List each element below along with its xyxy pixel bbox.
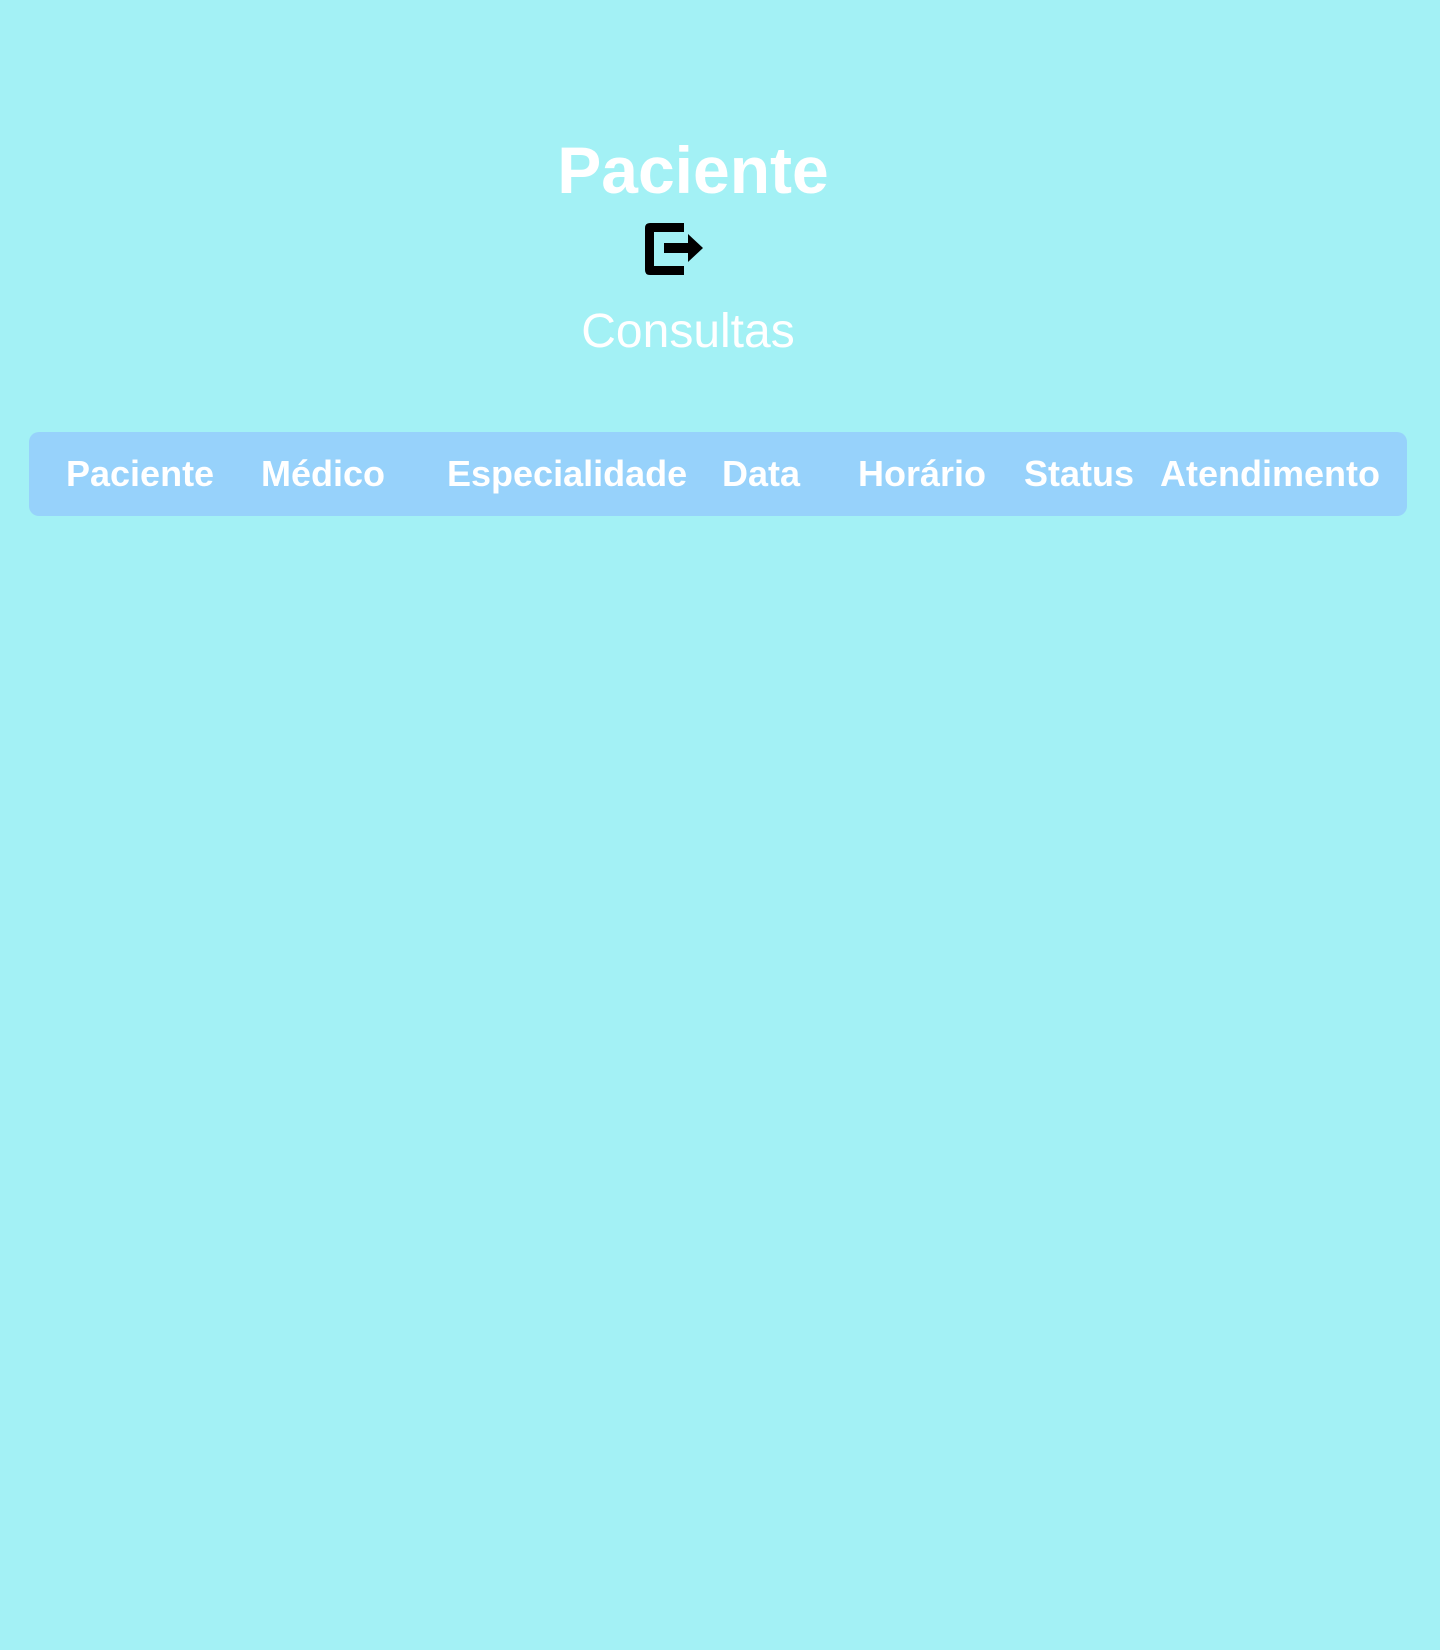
table-header: Paciente Médico Especialidade Data Horár… [29, 432, 1407, 516]
column-header-atendimento[interactable]: Atendimento [1160, 432, 1380, 516]
column-header-data[interactable]: Data [722, 432, 800, 516]
column-header-status[interactable]: Status [1024, 432, 1134, 516]
section-title: Consultas [581, 305, 795, 358]
column-header-paciente[interactable]: Paciente [66, 432, 214, 516]
column-header-horario[interactable]: Horário [858, 432, 986, 516]
logout-icon [645, 223, 703, 275]
logout-button[interactable] [640, 215, 704, 283]
column-header-medico[interactable]: Médico [261, 432, 385, 516]
page-title: Paciente [557, 133, 829, 207]
column-header-especialidade[interactable]: Especialidade [447, 432, 687, 516]
